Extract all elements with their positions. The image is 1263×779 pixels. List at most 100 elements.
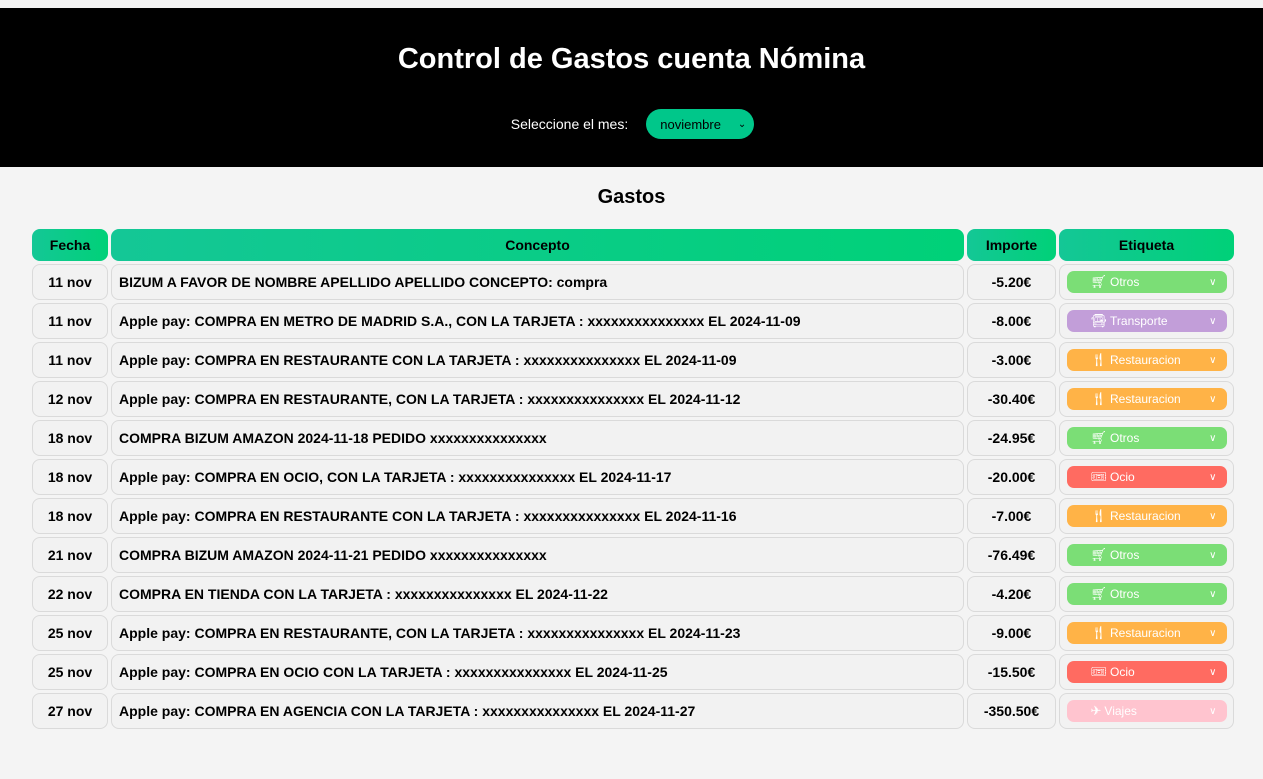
row-importe: -15.50€ xyxy=(967,654,1056,690)
tag-label: Restauracion xyxy=(1110,353,1181,367)
top-margin xyxy=(0,0,1263,8)
ticket-icon: 🎟︎ xyxy=(1090,469,1108,484)
row-importe: -24.95€ xyxy=(967,420,1056,456)
chevron-down-icon: ∨ xyxy=(1209,666,1217,678)
tag-label-group: 🛒︎ Otros xyxy=(1091,586,1140,602)
row-fecha: 25 nov xyxy=(32,654,108,690)
row-etiqueta: 🎟︎ Ocio ∨ xyxy=(1059,654,1234,690)
expenses-table: Fecha Concepto Importe Etiqueta 11 nov BI… xyxy=(32,229,1234,729)
tag-select[interactable]: 🛒︎ Otros ∨ xyxy=(1066,427,1227,449)
cart-icon: 🛒︎ xyxy=(1090,274,1108,289)
tag-label-group: 🍴︎ Restauracion xyxy=(1091,391,1181,407)
row-importe: -76.49€ xyxy=(967,537,1056,573)
tag-label-group: ✈︎ Viajes xyxy=(1091,703,1137,719)
chevron-down-icon: ∨ xyxy=(1209,276,1217,288)
chevron-down-icon: ∨ xyxy=(1209,510,1217,522)
month-label: Seleccione el mes: xyxy=(510,116,629,132)
month-selector-row: Seleccione el mes: noviembre ⌄ xyxy=(0,109,1263,139)
row-importe: -30.40€ xyxy=(967,381,1056,417)
row-importe: -5.20€ xyxy=(967,264,1056,300)
row-concepto: Apple pay: COMPRA EN RESTAURANTE CON LA … xyxy=(111,498,964,534)
column-header-etiqueta[interactable]: Etiqueta xyxy=(1059,229,1234,261)
month-select-value: noviembre xyxy=(660,116,721,132)
chevron-down-icon: ∨ xyxy=(1209,705,1217,717)
tag-select[interactable]: 🎟︎ Ocio ∨ xyxy=(1066,661,1227,683)
row-importe: -7.00€ xyxy=(967,498,1056,534)
tag-label: Transporte xyxy=(1110,314,1168,328)
tag-label-group: 🚍︎ Transporte xyxy=(1091,313,1168,329)
tag-label-group: 🛒︎ Otros xyxy=(1091,274,1140,290)
row-fecha: 18 nov xyxy=(32,498,108,534)
page-title: Control de Gastos cuenta Nómina xyxy=(397,43,866,75)
tag-select[interactable]: 🚍︎ Transporte ∨ xyxy=(1066,310,1227,332)
row-concepto: COMPRA EN TIENDA CON LA TARJETA : xxxxxx… xyxy=(111,576,964,612)
column-header-fecha[interactable]: Fecha xyxy=(32,229,108,261)
row-fecha: 12 nov xyxy=(32,381,108,417)
chevron-down-icon: ∨ xyxy=(1209,471,1217,483)
column-header-concepto[interactable]: Concepto xyxy=(111,229,964,261)
chevron-down-icon: ∨ xyxy=(1209,354,1217,366)
row-etiqueta: 🛒︎ Otros ∨ xyxy=(1059,264,1234,300)
row-concepto: COMPRA BIZUM AMAZON 2024-11-18 PEDIDO xx… xyxy=(111,420,964,456)
tag-select[interactable]: 🛒︎ Otros ∨ xyxy=(1066,583,1227,605)
row-concepto: COMPRA BIZUM AMAZON 2024-11-21 PEDIDO xx… xyxy=(111,537,964,573)
chevron-down-icon: ⌄ xyxy=(737,118,747,130)
chevron-down-icon: ∨ xyxy=(1209,588,1217,600)
row-concepto: Apple pay: COMPRA EN OCIO CON LA TARJETA… xyxy=(111,654,964,690)
tag-select[interactable]: 🍴︎ Restauracion ∨ xyxy=(1066,622,1227,644)
row-importe: -4.20€ xyxy=(967,576,1056,612)
row-etiqueta: 🍴︎ Restauracion ∨ xyxy=(1059,381,1234,417)
row-etiqueta: ✈︎ Viajes ∨ xyxy=(1059,693,1234,729)
row-etiqueta: 🛒︎ Otros ∨ xyxy=(1059,537,1234,573)
tag-label: Viajes xyxy=(1104,704,1137,718)
row-etiqueta: 🎟︎ Ocio ∨ xyxy=(1059,459,1234,495)
tag-select[interactable]: 🎟︎ Ocio ∨ xyxy=(1066,466,1227,488)
tag-label-group: 🎟︎ Ocio xyxy=(1091,664,1135,680)
row-concepto: Apple pay: COMPRA EN METRO DE MADRID S.A… xyxy=(111,303,964,339)
row-concepto: Apple pay: COMPRA EN RESTAURANTE, CON LA… xyxy=(111,615,964,651)
row-etiqueta: 🍴︎ Restauracion ∨ xyxy=(1059,342,1234,378)
row-importe: -20.00€ xyxy=(967,459,1056,495)
cart-icon: 🛒︎ xyxy=(1090,430,1108,445)
bus-icon: 🚍︎ xyxy=(1090,313,1108,328)
row-concepto: Apple pay: COMPRA EN RESTAURANTE, CON LA… xyxy=(111,381,964,417)
row-fecha: 21 nov xyxy=(32,537,108,573)
utensils-icon: 🍴︎ xyxy=(1090,391,1108,406)
row-concepto: Apple pay: COMPRA EN AGENCIA CON LA TARJ… xyxy=(111,693,964,729)
chevron-down-icon: ∨ xyxy=(1209,627,1217,639)
tag-label: Otros xyxy=(1110,431,1140,445)
tag-select[interactable]: 🛒︎ Otros ∨ xyxy=(1066,271,1227,293)
row-etiqueta: 🛒︎ Otros ∨ xyxy=(1059,420,1234,456)
row-fecha: 27 nov xyxy=(32,693,108,729)
row-fecha: 18 nov xyxy=(32,459,108,495)
tag-select[interactable]: 🛒︎ Otros ∨ xyxy=(1066,544,1227,566)
row-etiqueta: 🍴︎ Restauracion ∨ xyxy=(1059,615,1234,651)
row-fecha: 22 nov xyxy=(32,576,108,612)
tag-label: Otros xyxy=(1110,275,1140,289)
tag-label-group: 🍴︎ Restauracion xyxy=(1091,508,1181,524)
row-fecha: 11 nov xyxy=(32,342,108,378)
row-concepto: BIZUM A FAVOR DE NOMBRE APELLIDO APELLID… xyxy=(111,264,964,300)
tag-select[interactable]: ✈︎ Viajes ∨ xyxy=(1066,700,1227,722)
tag-select[interactable]: 🍴︎ Restauracion ∨ xyxy=(1066,505,1227,527)
app-header: Control de Gastos cuenta Nómina Seleccio… xyxy=(0,8,1263,167)
tag-label: Otros xyxy=(1110,587,1140,601)
row-importe: -9.00€ xyxy=(967,615,1056,651)
row-importe: -350.50€ xyxy=(967,693,1056,729)
tag-label: Ocio xyxy=(1110,470,1135,484)
tag-select[interactable]: 🍴︎ Restauracion ∨ xyxy=(1066,388,1227,410)
utensils-icon: 🍴︎ xyxy=(1090,508,1108,523)
tag-label-group: 🍴︎ Restauracion xyxy=(1091,625,1181,641)
tag-label: Restauracion xyxy=(1110,392,1181,406)
row-fecha: 11 nov xyxy=(32,303,108,339)
tag-select[interactable]: 🍴︎ Restauracion ∨ xyxy=(1066,349,1227,371)
row-fecha: 18 nov xyxy=(32,420,108,456)
tag-label: Ocio xyxy=(1110,665,1135,679)
tag-label-group: 🛒︎ Otros xyxy=(1091,547,1140,563)
tag-label-group: 🎟︎ Ocio xyxy=(1091,469,1135,485)
plane-icon: ✈︎ xyxy=(1090,703,1102,718)
chevron-down-icon: ∨ xyxy=(1209,393,1217,405)
column-header-importe[interactable]: Importe xyxy=(967,229,1056,261)
row-etiqueta: 🛒︎ Otros ∨ xyxy=(1059,576,1234,612)
month-select[interactable]: noviembre ⌄ xyxy=(646,109,755,139)
